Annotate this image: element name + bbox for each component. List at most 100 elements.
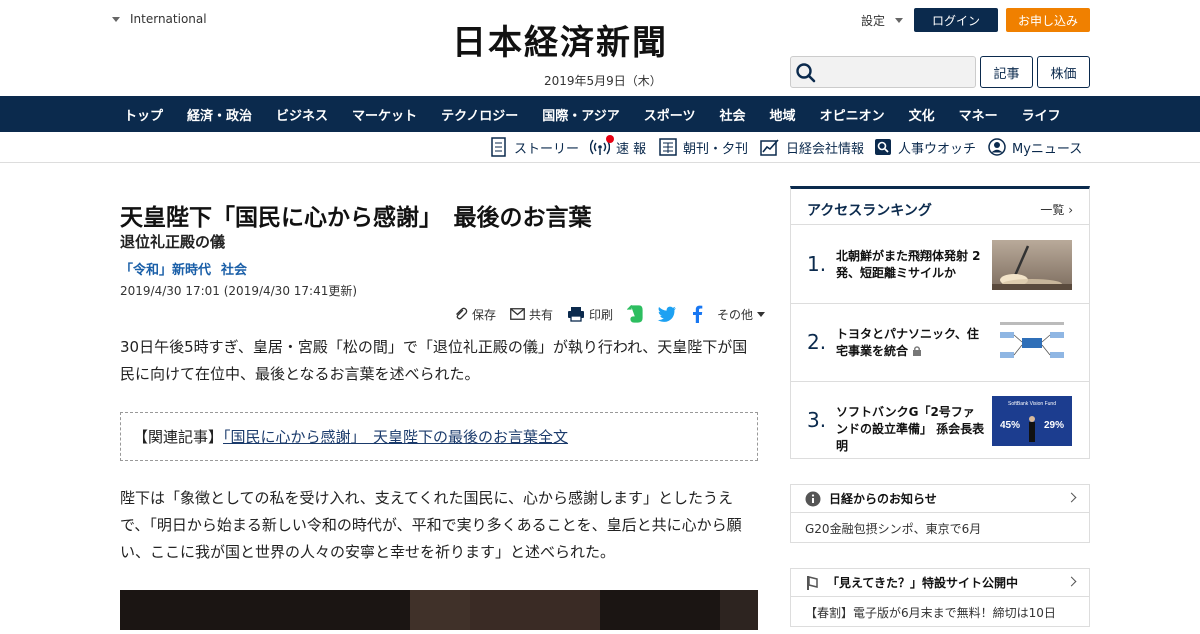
notice-title: 「見えてきた？」特設サイト公開中: [827, 576, 1019, 590]
site-logo[interactable]: 日本経済新聞: [452, 26, 668, 60]
twitter-button[interactable]: [657, 306, 677, 322]
notice-header: 日経からのお知らせ: [791, 485, 1089, 513]
stock-search-button[interactable]: 株価: [1037, 56, 1090, 88]
more-label: その他: [717, 307, 754, 322]
subnav-story[interactable]: ストーリー: [490, 136, 579, 158]
nav-item-culture[interactable]: 文化: [897, 105, 947, 124]
slide-right-figure: 29%: [1044, 420, 1064, 431]
tag-link[interactable]: 社会: [221, 259, 247, 278]
access-ranking: アクセスランキング 一覧 › 1. 北朝鮮がまた飛翔体発射 2発、短距離ミサイル…: [790, 186, 1090, 459]
share-button[interactable]: 共有: [510, 306, 553, 323]
publish-date: 2019/4/30 17:01 (2019/4/30 17:41更新): [120, 284, 358, 298]
article-subtitle: 退位礼正殿の儀: [120, 233, 226, 251]
printer-icon: [568, 307, 585, 322]
mail-icon: [510, 308, 525, 320]
nav-item-international[interactable]: 国際・アジア: [530, 105, 631, 124]
related-label: 【関連記事】: [133, 428, 224, 446]
slide-title: SoftBank Vision Fund: [1008, 401, 1056, 407]
print-button[interactable]: 印刷: [567, 306, 613, 323]
print-label: 印刷: [589, 307, 614, 322]
subnav-company-label: 日経会社情報: [786, 141, 865, 157]
ranking-headline-text: トヨタとパナソニック、住宅事業を統合: [836, 327, 979, 358]
notice-body[interactable]: 【春割】電子版が6月末まで無料！締切は10日: [791, 597, 1089, 626]
save-label: 保存: [472, 307, 497, 322]
save-button[interactable]: 保存: [454, 306, 496, 323]
ranking-number: 2.: [807, 330, 827, 354]
nav-item-sports[interactable]: スポーツ: [632, 105, 708, 124]
nav-item-opinion[interactable]: オピニオン: [808, 105, 897, 124]
notice-body[interactable]: G20金融包摂シンポ、東京で6月: [791, 513, 1089, 542]
chevron-right-icon: [1066, 492, 1077, 503]
main-nav: トップ 経済・政治 ビジネス マーケット テクノロジー 国際・アジア スポーツ …: [0, 96, 1200, 132]
nav-item-economy-politics[interactable]: 経済・政治: [175, 105, 264, 124]
article-search-button[interactable]: 記事: [980, 56, 1033, 88]
nikkei-notice[interactable]: 日経からのお知らせ G20金融包摂シンポ、東京で6月: [790, 484, 1090, 543]
chart-icon: [760, 139, 779, 156]
ranking-header: アクセスランキング 一覧 ›: [791, 189, 1089, 225]
ranking-number: 1.: [807, 252, 827, 276]
ranking-headline: ソフトバンクG「2号ファンドの設立準備」 孫会長表明: [836, 405, 985, 453]
share-toolbar: 保存 共有 印刷 その他: [454, 304, 766, 324]
ranking-item[interactable]: 3. ソフトバンクG「2号ファンドの設立準備」 孫会長表明 SoftBank V…: [791, 382, 1089, 460]
nav-item-market[interactable]: マーケット: [340, 105, 429, 124]
subnav-company[interactable]: 日経会社情報: [760, 136, 864, 158]
document-icon: [491, 137, 506, 157]
user-icon: [988, 138, 1006, 156]
article-paragraph: 陛下は「象徴としての私を受け入れ、支えてくれた国民に、心から感謝します」としたう…: [120, 489, 742, 561]
twitter-icon: [657, 306, 677, 322]
newspaper-icon: [659, 138, 677, 156]
nav-item-technology[interactable]: テクノロジー: [429, 105, 530, 124]
sub-nav: ストーリー 速 報 朝刊・夕刊 日経会社情報 人事ウオッチ Myニュース: [0, 132, 1200, 163]
subnav-jinji-label: 人事ウオッチ: [898, 141, 977, 157]
presentation-thumbnail: SoftBank Vision Fund 45% 29%: [992, 396, 1072, 446]
slide-left-figure: 45%: [1000, 420, 1020, 431]
nav-item-life[interactable]: ライフ: [1010, 105, 1073, 124]
article-tags: 「令和」新時代 社会: [120, 259, 247, 278]
notice-title: 日経からのお知らせ: [829, 492, 937, 506]
subnav-paper-label: 朝刊・夕刊: [683, 141, 749, 157]
article-title: 天皇陛下「国民に心から感謝」 最後のお言葉: [120, 205, 592, 231]
subnav-paper[interactable]: 朝刊・夕刊: [659, 136, 748, 158]
notice-header: 「見えてきた？」特設サイト公開中: [791, 569, 1089, 597]
nav-item-business[interactable]: ビジネス: [264, 105, 340, 124]
evernote-button[interactable]: [627, 305, 643, 323]
nav-item-society[interactable]: 社会: [708, 105, 758, 124]
caret-down-icon: [895, 18, 904, 23]
photo-detail: [120, 590, 758, 630]
article-paragraph: 30日午後5時すぎ、皇居・宮殿「松の間」で「退位礼正殿の儀」が執り行われ、天皇陛…: [120, 338, 748, 383]
subnav-mynews[interactable]: Myニュース: [988, 136, 1082, 158]
caret-down-icon: [112, 16, 120, 22]
subnav-breaking[interactable]: 速 報: [590, 136, 646, 158]
login-button[interactable]: ログイン: [914, 8, 998, 32]
region-selector[interactable]: International: [112, 12, 207, 26]
nav-item-money[interactable]: マネー: [947, 105, 1010, 124]
nav-item-top[interactable]: トップ: [112, 105, 175, 124]
settings-menu[interactable]: 設定: [861, 12, 904, 29]
special-site-notice[interactable]: 「見えてきた？」特設サイト公開中 【春割】電子版が6月末まで無料！締切は10日: [790, 568, 1090, 627]
chevron-right-icon: [1066, 576, 1077, 587]
related-article-box: 【関連記事】「国民に心から感謝」 天皇陛下の最後のお言葉全文: [120, 412, 758, 461]
ranking-item[interactable]: 2. トヨタとパナソニック、住宅事業を統合: [791, 304, 1089, 382]
ranking-headline: トヨタとパナソニック、住宅事業を統合: [836, 326, 986, 360]
nav-item-region[interactable]: 地域: [758, 105, 808, 124]
subnav-jinji[interactable]: 人事ウオッチ: [874, 136, 976, 158]
settings-label: 設定: [861, 14, 886, 28]
subnav-breaking-label: 速 報: [616, 141, 647, 157]
ranking-title: アクセスランキング: [807, 203, 932, 219]
missile-thumbnail: [992, 240, 1072, 290]
share-label: 共有: [529, 307, 554, 322]
related-article-link[interactable]: 「国民に心から感謝」 天皇陛下の最後のお言葉全文: [223, 428, 568, 446]
ranking-number: 3.: [807, 408, 827, 432]
ranking-all-link[interactable]: 一覧 ›: [1040, 201, 1073, 218]
magnifier-icon: [875, 139, 891, 155]
more-share-button[interactable]: その他: [717, 306, 766, 323]
ranking-all-label: 一覧: [1040, 203, 1065, 217]
ranking-item[interactable]: 1. 北朝鮮がまた飛翔体発射 2発、短距離ミサイルか: [791, 226, 1089, 304]
tag-link[interactable]: 「令和」新時代: [120, 259, 211, 278]
facebook-button[interactable]: [691, 305, 703, 323]
lock-icon: [913, 346, 922, 356]
info-icon: [805, 491, 821, 506]
search-input[interactable]: [790, 56, 976, 88]
article-photo: [120, 590, 758, 630]
apply-button[interactable]: お申し込み: [1006, 8, 1090, 32]
